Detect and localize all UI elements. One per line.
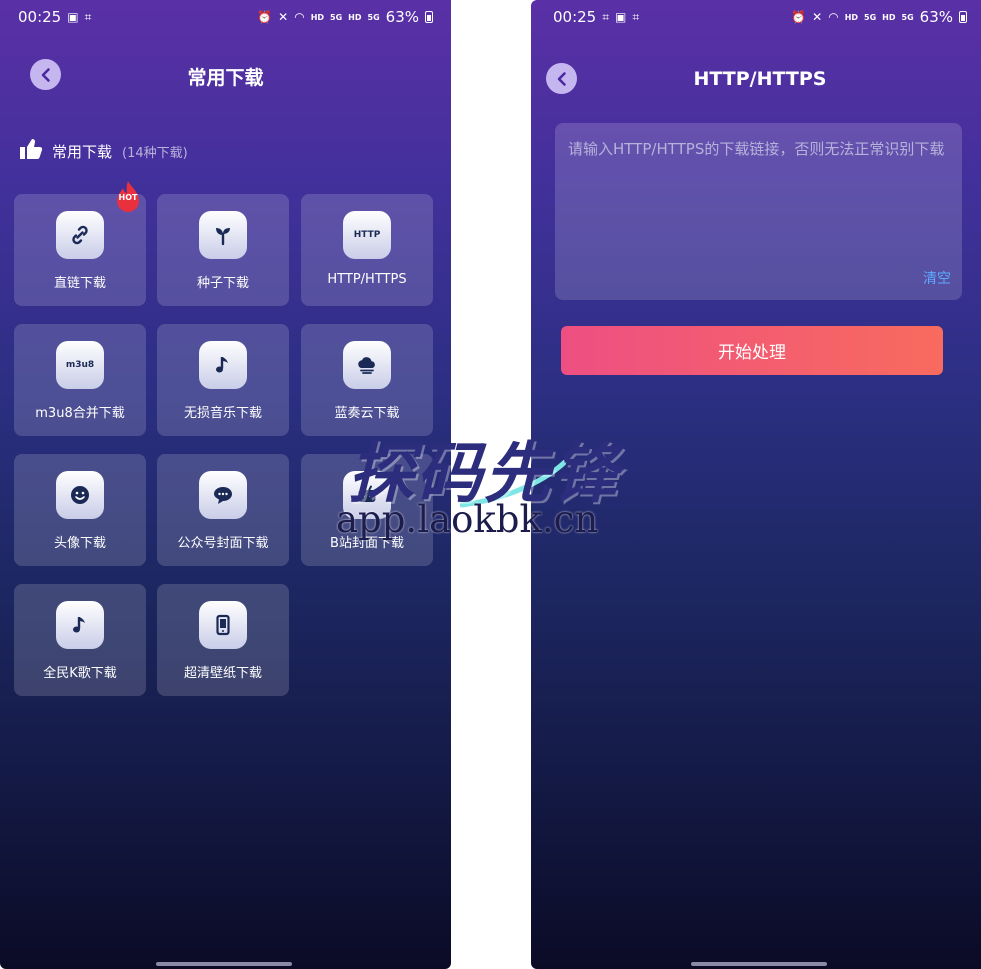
m3u8-icon: m3u8: [56, 341, 104, 389]
url-input-box[interactable]: 请输入HTTP/HTTPS的下载链接，否则无法正常识别下载 清空: [555, 123, 962, 300]
page-title: HTTP/HTTPS: [693, 68, 827, 90]
network-5g-label-2: 5G: [367, 12, 380, 22]
status-bar: 00:25 ▣ ⌗ ⏰ ✕ ◠ HD 5G HD 5G 63%: [18, 6, 433, 28]
gallery-icon: ▣: [615, 10, 627, 24]
tile-label: HTTP/HTTPS: [327, 272, 407, 287]
tile-avatar-download[interactable]: 头像下载: [14, 454, 146, 566]
section-header: 常用下载 (14种下载): [18, 136, 188, 166]
network-hd-label: HD: [844, 12, 859, 22]
http-icon: HTTP: [343, 211, 391, 259]
network-hd-label-2: HD: [348, 12, 362, 22]
tile-lanzou-cloud-download[interactable]: 蓝奏云下载: [301, 324, 433, 436]
battery-percent: 63%: [919, 8, 953, 26]
tile-hd-wallpaper-download[interactable]: 超清壁纸下载: [157, 584, 289, 696]
tile-wechat-cover-download[interactable]: 公众号封面下载: [157, 454, 289, 566]
tile-label: 种子下载: [196, 276, 249, 291]
tile-label: 全民K歌下载: [43, 666, 117, 681]
gallery-icon: ▣: [67, 10, 79, 24]
network-hd-label: HD: [310, 12, 325, 22]
tile-label: 蓝奏云下载: [334, 406, 400, 421]
mute-icon: ✕: [812, 10, 823, 24]
sprout-icon: [199, 211, 247, 259]
status-bar: 00:25 ⌗ ▣ ⌗ ⏰ ✕ ◠ HD 5G HD 5G 63%: [553, 6, 967, 28]
home-indicator[interactable]: [156, 962, 292, 966]
status-time: 00:25: [18, 8, 62, 26]
tile-label: m3u8合并下载: [35, 406, 125, 421]
m3u8-icon-text: m3u8: [65, 360, 95, 370]
left-phone-screen: 00:25 ▣ ⌗ ⏰ ✕ ◠ HD 5G HD 5G 63% 常用下载 常用下…: [0, 0, 451, 969]
network-hd-label-2: HD: [882, 12, 896, 22]
bilibili-icon: [343, 471, 391, 519]
section-count: (14种下载): [122, 145, 188, 161]
link-icon: [56, 211, 104, 259]
network-5g-label: 5G: [864, 12, 877, 22]
battery-icon: [959, 11, 967, 23]
hot-badge: HOT: [114, 180, 142, 214]
wifi-icon: ◠: [294, 10, 305, 24]
tile-label: 超清壁纸下载: [183, 666, 262, 681]
alarm-icon: ⏰: [257, 10, 273, 24]
page-title: 常用下载: [187, 67, 264, 89]
start-processing-button[interactable]: 开始处理: [561, 326, 943, 375]
hot-badge-text: HOT: [118, 193, 138, 202]
tile-label: 直链下载: [53, 276, 106, 291]
music-note-icon: [56, 601, 104, 649]
tile-label: 头像下载: [53, 536, 106, 551]
phone-icon: [199, 601, 247, 649]
home-indicator[interactable]: [691, 962, 827, 966]
thumbs-up-icon: [18, 136, 44, 166]
tile-http-https[interactable]: HTTP HTTP/HTTPS: [301, 194, 433, 306]
alarm-icon: ⏰: [791, 10, 807, 24]
tile-national-karaoke-download[interactable]: 全民K歌下载: [14, 584, 146, 696]
clear-button[interactable]: 清空: [923, 268, 951, 288]
cloud-icon: [343, 341, 391, 389]
tile-label: 公众号封面下载: [177, 536, 269, 551]
wifi-icon: ◠: [828, 10, 839, 24]
tile-torrent-download[interactable]: 种子下载: [157, 194, 289, 306]
tile-bilibili-cover-download[interactable]: B站封面下载: [301, 454, 433, 566]
chat-bubble-icon: [199, 471, 247, 519]
tile-lossless-music-download[interactable]: 无损音乐下载: [157, 324, 289, 436]
mute-icon: ✕: [278, 10, 289, 24]
music-note-icon: [199, 341, 247, 389]
network-5g-label-2: 5G: [901, 12, 914, 22]
screenshot-icon: ⌗: [84, 10, 92, 24]
smiley-icon: [56, 471, 104, 519]
screenshot-icon-2: ⌗: [632, 10, 640, 24]
battery-icon: [425, 11, 433, 23]
status-time: 00:25: [553, 8, 597, 26]
battery-percent: 63%: [385, 8, 419, 26]
tile-m3u8-merge-download[interactable]: m3u8 m3u8合并下载: [14, 324, 146, 436]
screenshot-stage: 00:25 ▣ ⌗ ⏰ ✕ ◠ HD 5G HD 5G 63% 常用下载 常用下…: [0, 0, 981, 969]
screenshot-icon: ⌗: [602, 10, 609, 24]
section-title: 常用下载: [52, 142, 113, 161]
tile-label: B站封面下载: [330, 536, 404, 551]
tile-label: 无损音乐下载: [183, 406, 262, 421]
http-icon-text: HTTP: [353, 230, 381, 240]
right-phone-screen: 00:25 ⌗ ▣ ⌗ ⏰ ✕ ◠ HD 5G HD 5G 63% HTTP/H…: [531, 0, 981, 969]
network-5g-label: 5G: [330, 12, 343, 22]
url-input-placeholder[interactable]: 请输入HTTP/HTTPS的下载链接，否则无法正常识别下载: [568, 137, 953, 162]
